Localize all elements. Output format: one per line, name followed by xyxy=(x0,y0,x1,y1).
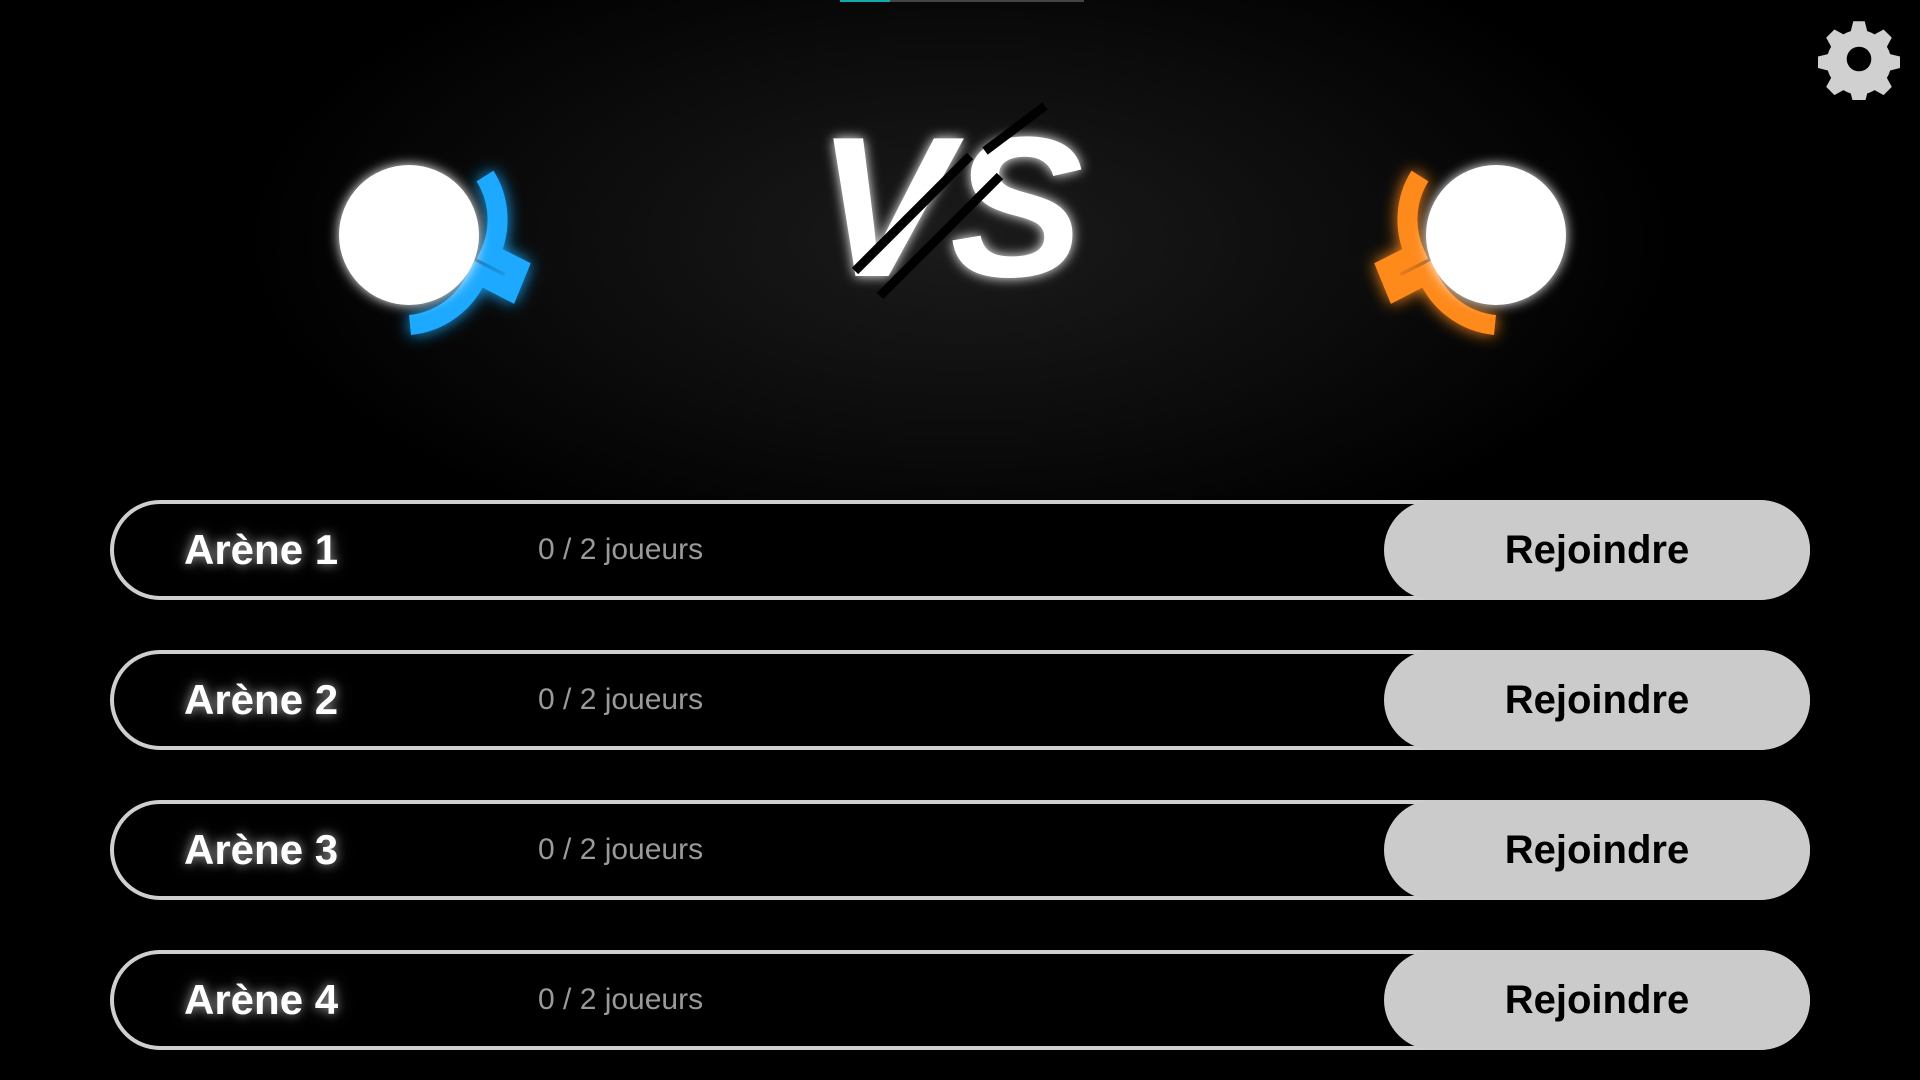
join-button[interactable]: Rejoindre xyxy=(1384,800,1810,900)
arena-name: Arène 3 xyxy=(184,826,339,873)
arena-list: Arène 1 0 / 2 joueurs Rejoindre Arène 2 … xyxy=(110,500,1810,1080)
player-blue-icon xyxy=(339,165,531,335)
arena-row: Arène 3 0 / 2 joueurs Rejoindre xyxy=(110,800,1810,900)
player-orange xyxy=(1365,150,1585,350)
arena-row: Arène 2 0 / 2 joueurs Rejoindre xyxy=(110,650,1810,750)
arena-row: Arène 1 0 / 2 joueurs Rejoindre xyxy=(110,500,1810,600)
arena-player-count: 0 / 2 joueurs xyxy=(538,833,704,866)
arena-row: Arène 4 0 / 2 joueurs Rejoindre xyxy=(110,950,1810,1050)
join-button[interactable]: Rejoindre xyxy=(1384,500,1810,600)
join-button[interactable]: Rejoindre xyxy=(1384,950,1810,1050)
player-blue xyxy=(320,150,540,350)
join-button[interactable]: Rejoindre xyxy=(1384,650,1810,750)
arena-player-count: 0 / 2 joueurs xyxy=(538,533,704,566)
settings-button[interactable] xyxy=(1818,18,1900,100)
vs-logo: VS xyxy=(785,96,1125,319)
vs-logo-graphic: VS xyxy=(817,96,1084,319)
gear-icon xyxy=(1818,21,1900,100)
arena-player-count: 0 / 2 joueurs xyxy=(538,983,704,1016)
vs-text: VS xyxy=(817,96,1084,319)
arena-name: Arène 4 xyxy=(184,976,339,1023)
arena-player-count: 0 / 2 joueurs xyxy=(538,683,704,716)
arena-name: Arène 2 xyxy=(184,676,339,723)
game-lobby-screen: VS Arène 1 0 / 2 joueurs Rejoindre Arène… xyxy=(0,0,1920,1080)
arena-name: Arène 1 xyxy=(184,526,339,573)
player-orange-icon xyxy=(1374,165,1566,335)
top-accent-bar xyxy=(840,0,1084,2)
